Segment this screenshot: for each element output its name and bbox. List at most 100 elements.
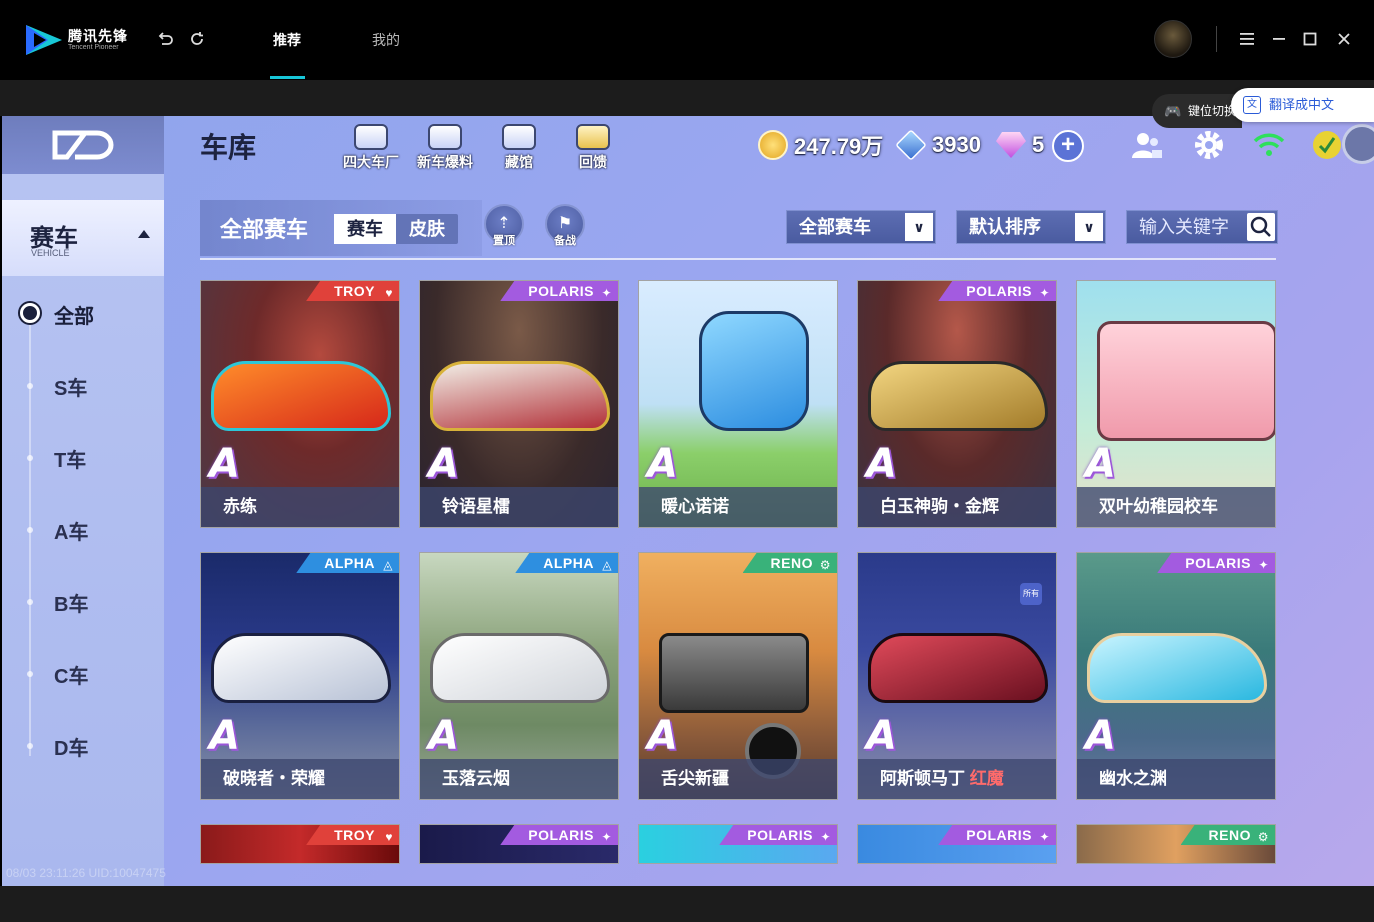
vehicle-skin-toggle: 赛车 皮肤 — [334, 214, 458, 244]
refresh-icon[interactable] — [187, 30, 207, 50]
car-card-row3-5[interactable]: RENO ⚙ — [1076, 824, 1276, 864]
car-body-shape — [430, 633, 610, 703]
grade-label: A — [1085, 713, 1116, 759]
sidebar-item-c[interactable]: C车 — [54, 660, 88, 689]
prepare-battle-label: 备战 — [554, 235, 576, 247]
gamepad-icon: 🎮 — [1164, 103, 1182, 119]
tab-mine[interactable]: 我的 — [372, 30, 400, 50]
car-card-school-bus[interactable]: A 双叶幼稚园校车 — [1076, 280, 1276, 528]
car-card-chilian[interactable]: TROY ♥ A 赤练 — [200, 280, 400, 528]
car-body-shape — [430, 361, 610, 431]
car-card-aston-martin[interactable]: 所有 A 阿斯顿马丁 红魔 — [857, 552, 1057, 800]
car-card-poxiaozhe[interactable]: ALPHA ◬ A 破晓者・荣耀 — [200, 552, 400, 800]
category-racing[interactable]: 赛车 VEHICLE — [2, 200, 164, 276]
search-button[interactable] — [1247, 213, 1275, 241]
collection-button[interactable]: 藏馆 — [484, 124, 554, 174]
sidebar-item-all[interactable]: 全部 — [54, 300, 94, 329]
pin-top-button[interactable]: ⇡ 置顶 — [482, 204, 526, 260]
sidebar-item-d[interactable]: D车 — [54, 732, 88, 761]
new-car-news-button[interactable]: 新车爆料 — [410, 124, 480, 174]
sidebar-item-b[interactable]: B车 — [54, 588, 88, 617]
car-card-nuanxin[interactable]: A 暖心诺诺 — [638, 280, 838, 528]
rewards-button[interactable]: 回馈 — [558, 124, 628, 174]
gear-icon[interactable] — [1192, 128, 1226, 162]
grade-label: A — [866, 441, 897, 487]
car-card-yuluo[interactable]: ALPHA ◬ A 玉落云烟 — [419, 552, 619, 800]
collection-label: 藏馆 — [505, 154, 533, 170]
key-mapping-button[interactable]: 🎮 键位切换 — [1152, 94, 1242, 128]
category-dot-icon — [27, 743, 33, 749]
car-collection-icon — [502, 124, 536, 150]
voucher-icon — [895, 129, 927, 161]
segment-skin[interactable]: 皮肤 — [396, 214, 458, 244]
grade-label: A — [1085, 441, 1116, 487]
grade-label: A — [209, 441, 240, 487]
brand-label: ALPHA — [324, 555, 375, 571]
sidebar-item-s[interactable]: S车 — [54, 372, 87, 401]
prepare-battle-button[interactable]: ⚑ 备战 — [543, 204, 587, 260]
tab-recommend[interactable]: 推荐 — [273, 30, 301, 50]
grade-label: A — [209, 713, 240, 759]
undo-icon[interactable] — [155, 30, 175, 50]
points-value: 3930 — [932, 132, 981, 157]
car-card-youshui[interactable]: POLARIS ✦ A 幽水之渊 — [1076, 552, 1276, 800]
reno-brand-icon: ⚙ — [819, 558, 831, 572]
add-currency-button[interactable]: + — [1052, 130, 1084, 162]
music-icon[interactable] — [1310, 128, 1344, 162]
car-card-baiyu[interactable]: POLARIS ✦ A 白玉神驹・金辉 — [857, 280, 1057, 528]
maximize-icon[interactable] — [1300, 30, 1320, 50]
sort-dropdown[interactable]: 默认排序 ∨ — [956, 210, 1106, 244]
car-card-row3-4[interactable]: POLARIS ✦ — [857, 824, 1057, 864]
category-track-line — [29, 316, 31, 756]
translate-button[interactable]: 文 翻译成中文 — [1231, 88, 1374, 122]
diamond-icon — [996, 132, 1026, 158]
uid-watermark: 08/03 23:11:26 UID:10047475 — [6, 866, 166, 880]
four-factories-button[interactable]: 四大车厂 — [336, 124, 406, 174]
filter-title-panel: 全部赛车 赛车 皮肤 — [200, 200, 482, 256]
filter-bar: 全部赛车 赛车 皮肤 ⇡ 置顶 ⚑ 备战 全部赛车 ∨ 默认排序 ∨ — [200, 200, 1278, 260]
car-card-lingyu[interactable]: POLARIS ✦ A 铃语星檑 — [419, 280, 619, 528]
collapse-arrow-icon[interactable] — [138, 230, 150, 238]
car-body-shape — [699, 311, 809, 431]
sidebar-item-a[interactable]: A车 — [54, 516, 88, 545]
grade-label: A — [647, 441, 678, 487]
menu-icon[interactable] — [1237, 30, 1257, 50]
car-card-shejian[interactable]: RENO ⚙ A 舌尖新疆 — [638, 552, 838, 800]
gift-icon — [576, 124, 610, 150]
brand-label: RENO — [1208, 827, 1251, 843]
category-dot-icon — [27, 527, 33, 533]
owned-badge-icon: 所有 — [1020, 583, 1042, 605]
troy-brand-icon: ♥ — [385, 286, 393, 300]
car-card-row3-1[interactable]: TROY ♥ — [200, 824, 400, 864]
car-body-shape — [868, 361, 1048, 431]
friends-icon[interactable] — [1130, 128, 1164, 162]
segment-vehicle[interactable]: 赛车 — [334, 214, 396, 244]
polaris-brand-icon: ✦ — [820, 830, 831, 844]
garage-sidebar: 赛车 VEHICLE 全部 S车 T车 A车 B车 C车 D车 — [2, 116, 164, 886]
car-card-row3-3[interactable]: POLARIS ✦ — [638, 824, 838, 864]
minimize-icon[interactable] — [1269, 30, 1289, 50]
diamond-value: 5 — [1032, 132, 1045, 157]
diamond-balance: 5 — [996, 130, 1044, 160]
titlebar-divider — [1216, 26, 1217, 52]
troy-brand-icon: ♥ — [385, 830, 393, 844]
brand-tag: POLARIS ✦ — [719, 825, 837, 845]
translate-label: 翻译成中文 — [1269, 97, 1335, 112]
search-input[interactable] — [1127, 211, 1245, 243]
brand-tag: POLARIS ✦ — [938, 825, 1056, 845]
alpha-brand-icon: ◬ — [602, 558, 612, 572]
grade-label: A — [866, 713, 897, 759]
vehicle-type-dropdown[interactable]: 全部赛车 ∨ — [786, 210, 936, 244]
expand-menu-icon[interactable] — [1342, 124, 1374, 164]
close-icon[interactable] — [1334, 30, 1354, 50]
car-name: 幽水之渊 — [1077, 759, 1275, 799]
user-avatar[interactable] — [1154, 20, 1192, 58]
grade-label: A — [428, 441, 459, 487]
car-name: 玉落云烟 — [420, 759, 618, 799]
sidebar-item-t[interactable]: T车 — [54, 444, 86, 473]
chevron-down-icon: ∨ — [1075, 213, 1103, 241]
car-card-row3-2[interactable]: POLARIS ✦ — [419, 824, 619, 864]
car-name-main: 阿斯顿马丁 — [880, 769, 965, 788]
car-name: 阿斯顿马丁 红魔 — [858, 759, 1056, 799]
car-name: 破晓者・荣耀 — [201, 759, 399, 799]
